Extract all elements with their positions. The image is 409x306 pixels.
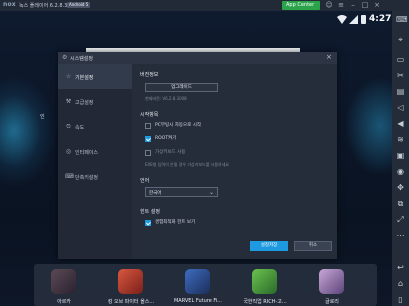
nav-item-basic[interactable]: ☆ 기본설정 [58, 64, 132, 89]
app-label: 킹 오브 파이터 올스... [107, 299, 155, 305]
app-icon [252, 269, 277, 294]
nav-item-label: 속도 [75, 125, 85, 131]
gear-icon: ☆ [65, 73, 72, 80]
app-label: 아르카 [57, 299, 71, 305]
nox-logo: nox [3, 1, 16, 8]
app-dock: 아르카 킹 오브 파이터 올스... MARVEL Future Fi... 국… [34, 264, 377, 306]
location-icon[interactable]: ⌖ [396, 35, 405, 44]
record-icon[interactable]: ◉ [396, 167, 405, 176]
nav-item-label: 고급설정 [75, 100, 94, 106]
signal-icon [349, 15, 358, 24]
status-clock: 4:27 [369, 14, 392, 24]
app-center-label: App Center [286, 2, 315, 8]
save-settings-button[interactable]: 설정저장 [250, 241, 288, 251]
shake-icon[interactable]: ≋ [396, 135, 405, 144]
app-label: MARVEL Future Fi... [173, 298, 223, 304]
settings-nav: ☆ 기본설정 ⚒ 고급설정 ⏲ 속도 ◎ 인터페이스 ⌨ 단축키설정 [58, 64, 132, 259]
title-bar: nox 녹스 플레이어 6.2.8.3 Android 5 App Center… [0, 0, 409, 11]
back-icon[interactable]: ↩ [396, 263, 405, 272]
volume-down-icon[interactable]: ◀ [396, 119, 405, 128]
autostart-label: PC부팅시 자동으로 시작 [155, 123, 201, 128]
root-label: ROOT켜기 [155, 136, 177, 141]
gamepad-icon[interactable]: ✥ [396, 183, 405, 192]
virtual-keyboard-checkbox[interactable] [145, 150, 151, 156]
nav-item-label: 인터페이스 [75, 150, 99, 156]
volume-up-icon[interactable]: ◁ [396, 103, 405, 112]
cancel-button[interactable]: 취소 [294, 241, 332, 251]
keyboard-icon[interactable]: ⌨ [396, 15, 408, 24]
apk-icon[interactable]: ▤ [396, 87, 405, 96]
settings-content: 버전정보 업그레이드 현재버전: V6.2.8.3008 시작항목 PC부팅시 … [140, 64, 330, 236]
wifi-icon [337, 15, 347, 24]
nav-item-speed[interactable]: ⏲ 속도 [58, 114, 132, 139]
chevron-down-icon: ⌄ [209, 189, 215, 196]
menu-icon[interactable]: ≡ [337, 1, 345, 9]
app-label: 국한직업 RICH-고... [243, 299, 287, 305]
app-icon [185, 269, 210, 294]
close-icon[interactable]: × [373, 1, 381, 9]
nav-item-shortcuts[interactable]: ⌨ 단축키설정 [58, 164, 132, 189]
home-icon[interactable]: ⌂ [396, 279, 405, 288]
more-icon[interactable]: ⋯ [396, 231, 405, 240]
recent-apps-icon[interactable]: ▯ [396, 295, 405, 304]
app-title: 녹스 플레이어 6.2.8.3 [19, 3, 68, 9]
screen-icon[interactable]: ▭ [396, 55, 405, 64]
nav-item-interface[interactable]: ◎ 인터페이스 [58, 139, 132, 164]
startup-heading: 시작항목 [140, 112, 159, 118]
hints-heading: 힌트 설정 [140, 209, 160, 215]
dock-app[interactable]: 글로리 [307, 269, 357, 305]
dock-app[interactable]: 아르카 [39, 269, 89, 305]
maximize-icon[interactable]: □ [361, 1, 369, 9]
app-icon [319, 269, 344, 294]
gauge-icon: ⏲ [66, 123, 71, 130]
cancel-button-label: 취소 [308, 243, 318, 248]
dock-app[interactable]: 킹 오브 파이터 올스... [106, 269, 156, 305]
dialog-footer: 설정저장 취소 [132, 236, 337, 259]
folder-icon[interactable]: ▣ [396, 151, 405, 160]
sliders-icon: ⚒ [65, 98, 72, 105]
language-heading: 언어 [140, 178, 150, 184]
upgrade-button[interactable]: 업그레이드 [145, 83, 218, 92]
desktop-label-left: 인 [40, 114, 45, 120]
nav-item-label: 기본설정 [75, 75, 94, 81]
dock-app[interactable]: MARVEL Future Fi... [173, 269, 223, 305]
dialog-header: ⚙ 시스템설정 × [58, 52, 337, 64]
app-center-button[interactable]: App Center [282, 1, 320, 10]
app-icon [51, 269, 76, 294]
language-selected: 한국어 [149, 191, 162, 196]
nav-item-label: 단축키설정 [75, 175, 99, 181]
autostart-checkbox[interactable] [145, 123, 151, 129]
settings-dialog: ⚙ 시스템설정 × ☆ 기본설정 ⚒ 고급설정 ⏲ 속도 ◎ 인터페이스 ⌨ 단… [58, 52, 337, 259]
fullscreen-icon[interactable]: ⤢ [396, 215, 405, 224]
scissors-icon[interactable]: ✂ [396, 71, 405, 80]
minimize-icon[interactable]: – [349, 1, 357, 9]
app-label: 글로리 [325, 299, 339, 305]
save-button-label: 설정저장 [260, 243, 278, 248]
dialog-close-icon[interactable]: × [326, 54, 332, 61]
settings-gear-icon: ⚙ [62, 54, 68, 61]
upgrade-button-label: 업그레이드 [171, 85, 192, 90]
hints-checkbox[interactable] [145, 220, 151, 226]
virtual-keyboard-label: 가상키보드 사용 [155, 150, 186, 155]
dock-app[interactable]: 국한직업 RICH-고... [240, 269, 290, 305]
account-icon[interactable]: ☺ [325, 1, 333, 9]
version-heading: 버전정보 [140, 72, 159, 78]
nav-item-advanced[interactable]: ⚒ 고급설정 [58, 89, 132, 114]
app-icon [118, 269, 143, 294]
window-controls: ☺ ≡ – □ × [325, 1, 381, 9]
current-version-text: 현재버전: V6.2.8.3008 [145, 96, 187, 101]
dialog-title: 시스템설정 [70, 56, 94, 62]
root-checkbox[interactable] [145, 136, 151, 142]
virtual-keyboard-note: EXE형 입력이 안될 경우 가상키보드를 사용하세요 [145, 162, 230, 167]
battery-icon [361, 15, 366, 24]
language-select[interactable]: 한국어 ⌄ [145, 187, 218, 197]
monitor-icon: ◎ [65, 148, 72, 155]
multi-instance-icon[interactable]: ⧉ [396, 199, 405, 208]
android-version-badge: Android 5 [67, 2, 91, 8]
keyboard-icon: ⌨ [65, 173, 74, 180]
right-toolbar: ⌨ ⌖ ▭ ✂ ▤ ◁ ◀ ≋ ▣ ◉ ✥ ⧉ ⤢ ⋯ ↩ ⌂ ▯ [392, 11, 409, 306]
hints-label: 경험최적화 힌트 보기 [155, 220, 196, 225]
